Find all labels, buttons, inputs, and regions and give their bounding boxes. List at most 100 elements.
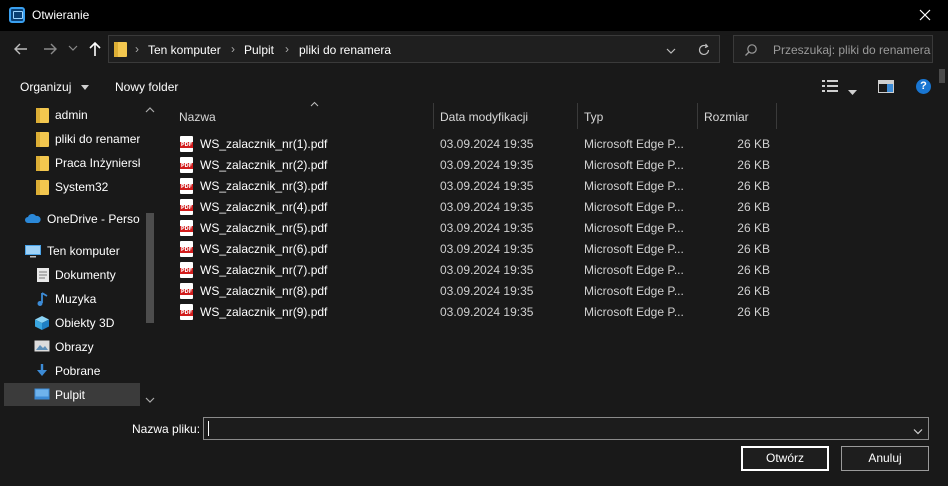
scrollbar-thumb[interactable] [939,69,945,83]
search-input[interactable]: Przeszukaj: pliki do renamera [773,43,930,57]
sidebar-item-pulpit[interactable]: Pulpit [4,383,140,406]
file-date: 03.09.2024 19:35 [440,263,534,277]
file-size: 26 KB [737,137,770,151]
file-name: WS_zalacznik_nr(2).pdf [200,158,328,172]
back-arrow-icon[interactable] [12,40,30,58]
filename-dropdown-chevron-icon[interactable] [913,424,923,438]
sidebar-item-admin[interactable]: admin [4,103,140,127]
breadcrumb-pulpit[interactable]: Pulpit [244,43,274,57]
pdf-file-icon: PDF [180,262,193,278]
view-options-icon[interactable] [822,80,838,95]
app-icon [9,7,25,23]
refresh-icon[interactable] [697,43,711,60]
pictures-icon [34,339,50,355]
folder-icon [114,41,128,57]
breadcrumb-pliki-do-renamera[interactable]: pliki do renamera [299,43,391,57]
sidebar-item-ten-komputer[interactable]: Ten komputer [4,239,140,263]
window-scrollbar[interactable] [937,69,948,406]
navigation-pane: admin pliki do renamer Praca Inżynierska… [0,103,160,406]
cloud-icon [24,211,41,227]
column-header-size[interactable]: Rozmiar [698,103,776,129]
sidebar-item-system32[interactable]: System32 [4,175,140,199]
file-date: 03.09.2024 19:35 [440,200,534,214]
sidebar-item-pliki-do-renamera[interactable]: pliki do renamer [4,127,140,151]
help-icon[interactable]: ? [916,79,931,94]
file-size: 26 KB [737,200,770,214]
sidebar-item-label: OneDrive - Personal [47,212,140,226]
sidebar-item-dokumenty[interactable]: Dokumenty [4,263,140,287]
forward-arrow-icon[interactable] [41,40,59,58]
scroll-down-chevron-icon[interactable] [145,393,155,406]
close-icon[interactable] [902,0,948,31]
toolbar: Organizuj Nowy folder ? [0,69,948,103]
sidebar-item-label: Pobrane [55,364,101,378]
file-row[interactable]: PDF WS_zalacznik_nr(6).pdf 03.09.2024 19… [176,238,776,259]
folder-icon [36,107,52,123]
open-button[interactable]: Otwórz [741,446,829,471]
file-size: 26 KB [737,242,770,256]
file-list: Nazwa Data modyfikacji Typ Rozmiar PDF W… [160,101,937,406]
file-type: Microsoft Edge P... [584,137,684,151]
sidebar-item-label: admin [55,108,88,122]
cube-icon [34,315,50,331]
recent-locations-chevron-icon[interactable] [68,44,86,62]
search-box[interactable]: Przeszukaj: pliki do renamera [733,35,933,63]
filename-input[interactable] [203,417,929,440]
pdf-file-icon: PDF [180,199,193,215]
sidebar-item-label: System32 [55,180,109,194]
file-row[interactable]: PDF WS_zalacznik_nr(2).pdf 03.09.2024 19… [176,154,776,175]
sidebar-item-pobrane[interactable]: Pobrane [4,359,140,383]
column-separator[interactable] [776,103,777,129]
column-header-name[interactable]: Nazwa [171,101,433,129]
cancel-button[interactable]: Anuluj [841,446,929,471]
file-type: Microsoft Edge P... [584,242,684,256]
music-icon [36,291,52,307]
sidebar-item-label: Ten komputer [47,244,120,258]
file-row[interactable]: PDF WS_zalacznik_nr(7).pdf 03.09.2024 19… [176,259,776,280]
file-type: Microsoft Edge P... [584,200,684,214]
column-header-type[interactable]: Typ [578,103,697,129]
file-name: WS_zalacznik_nr(4).pdf [200,200,328,214]
file-type: Microsoft Edge P... [584,263,684,277]
file-size: 26 KB [737,221,770,235]
sidebar-item-label: Obrazy [55,340,94,354]
file-date: 03.09.2024 19:35 [440,179,534,193]
file-type: Microsoft Edge P... [584,158,684,172]
file-row[interactable]: PDF WS_zalacznik_nr(5).pdf 03.09.2024 19… [176,217,776,238]
file-size: 26 KB [737,158,770,172]
sidebar-item-onedrive[interactable]: OneDrive - Personal [4,207,140,231]
file-size: 26 KB [737,305,770,319]
organize-button[interactable]: Organizuj [20,80,89,94]
file-row[interactable]: PDF WS_zalacznik_nr(3).pdf 03.09.2024 19… [176,175,776,196]
sidebar-scrollbar[interactable] [142,103,158,406]
file-date: 03.09.2024 19:35 [440,242,534,256]
breadcrumb-ten-komputer[interactable]: Ten komputer [148,43,221,57]
sidebar-item-muzyka[interactable]: Muzyka [4,287,140,311]
scrollbar-thumb[interactable] [146,213,154,323]
column-header-label: Rozmiar [704,110,749,124]
view-dropdown-chevron-icon[interactable] [848,84,857,98]
pdf-file-icon: PDF [180,178,193,194]
file-size: 26 KB [737,179,770,193]
sidebar-item-label: Dokumenty [55,268,116,282]
address-dropdown-chevron-icon[interactable] [666,44,676,58]
sidebar-item-obrazy[interactable]: Obrazy [4,335,140,359]
preview-pane-icon[interactable] [878,80,894,96]
up-arrow-icon[interactable] [86,40,104,58]
column-header-date[interactable]: Data modyfikacji [434,103,577,129]
folder-icon [36,179,52,195]
file-row[interactable]: PDF WS_zalacznik_nr(8).pdf 03.09.2024 19… [176,280,776,301]
address-bar[interactable]: › Ten komputer › Pulpit › pliki do renam… [108,35,720,63]
crumb-separator: › [285,42,289,56]
file-type: Microsoft Edge P... [584,284,684,298]
file-row[interactable]: PDF WS_zalacznik_nr(9).pdf 03.09.2024 19… [176,301,776,322]
file-row[interactable]: PDF WS_zalacznik_nr(1).pdf 03.09.2024 19… [176,133,776,154]
scroll-up-chevron-icon[interactable] [145,103,155,117]
sidebar-item-obiekty-3d[interactable]: Obiekty 3D [4,311,140,335]
sidebar-item-praca-inzynierska[interactable]: Praca Inżynierska [4,151,140,175]
sidebar-item-label: Pulpit [55,388,86,402]
new-folder-button[interactable]: Nowy folder [115,80,178,94]
dialog-footer: Nazwa pliku: Otwórz Anuluj [0,406,948,486]
file-date: 03.09.2024 19:35 [440,158,534,172]
file-row[interactable]: PDF WS_zalacznik_nr(4).pdf 03.09.2024 19… [176,196,776,217]
